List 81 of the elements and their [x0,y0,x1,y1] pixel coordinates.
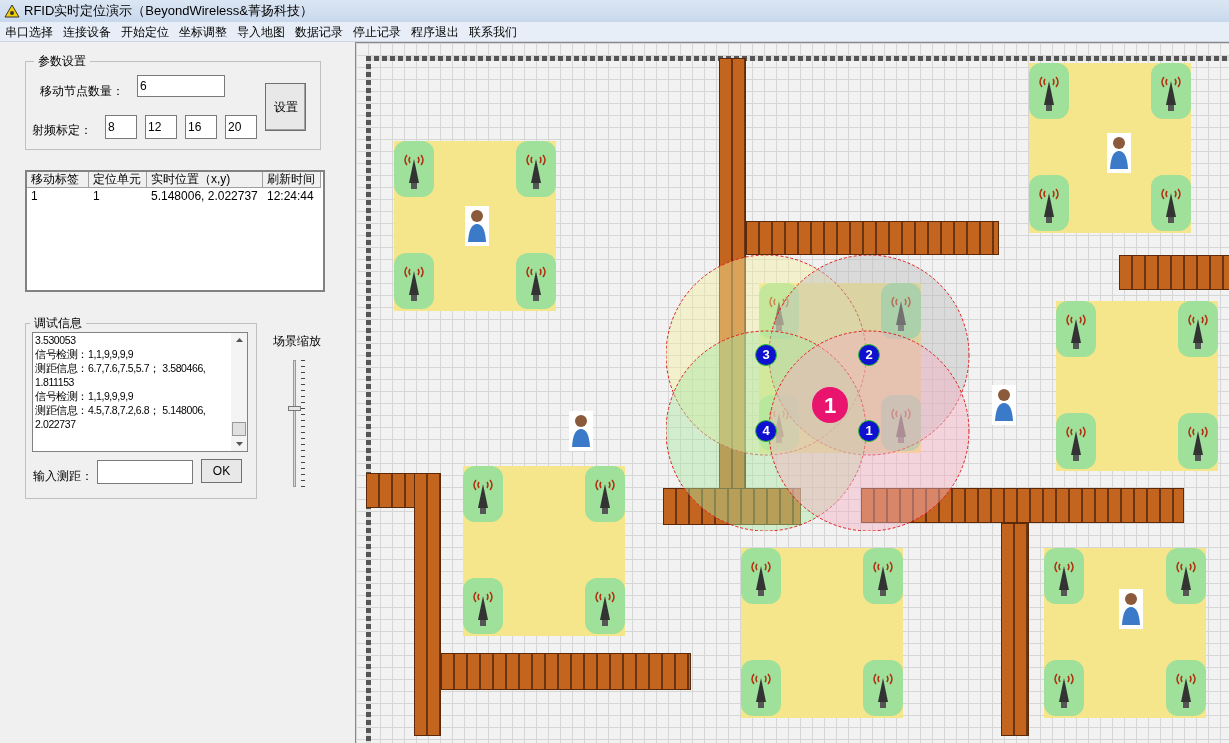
distance-input-field[interactable] [97,460,193,484]
antenna-icon [1029,63,1069,119]
menu-item[interactable]: 数据记录 [290,22,348,41]
antenna-icon [759,283,799,339]
ok-button[interactable]: OK [201,459,242,483]
antenna-icon [1151,63,1191,119]
debug-text-area[interactable]: 3.530053 信号检测：1,1,9,9,9,9 测距信息：6.7,7.6,7.5,5.7； 3.580466, 1.811153 信号检测：1,1,9,9,9,9 测距信息：4.5,7.8,7.2,6.8； 5.148006, 2.022737 [32,332,248,452]
scroll-thumb[interactable] [232,422,246,436]
antenna-icon [516,253,556,309]
table-cell-text: 1 [30,188,39,204]
table-cell-text: 12:24:44 [266,188,315,204]
column-header[interactable]: 实时位置（x,y) [147,172,263,188]
group-title: 参数设置 [37,53,87,70]
antenna-icon [463,466,503,522]
menu-item[interactable]: 程序退出 [406,22,464,41]
window-title: RFID实时定位演示（BeyondWireless&菁扬科技） [24,2,313,21]
menu-item[interactable]: 连接设备 [58,22,116,41]
rf-field[interactable]: 20 [225,115,257,139]
menu-item[interactable]: 开始定位 [116,22,174,41]
person-icon [992,385,1016,425]
antenna-icon [1178,413,1218,469]
antenna-icon [741,660,781,716]
antenna-icon [463,578,503,634]
antenna-icon [1029,175,1069,231]
antenna-icon [1044,660,1084,716]
menu-item[interactable]: 停止记录 [348,22,406,41]
antenna-icon [1178,301,1218,357]
table-cell-text: 5.148006, 2.022737 [150,188,259,204]
antenna-icon [516,141,556,197]
antenna-icon [585,578,625,634]
column-header[interactable]: 刷新时间 [263,172,321,188]
debug-line: 3.530053 [35,333,76,347]
column-header[interactable]: 定位单元 [89,172,147,188]
group-title: 调试信息 [33,315,83,332]
field-label: 射频标定： [32,122,92,139]
antenna-icon [1056,301,1096,357]
antenna-icon [741,548,781,604]
node-count-field[interactable]: 6 [137,75,225,97]
debug-line: 信号检测：1,1,9,9,9,9 [35,389,134,403]
menu-item[interactable]: 串口选择 [0,22,58,41]
scroll-down-icon[interactable] [235,442,243,446]
zoom-label: 场景缩放 [273,333,321,350]
antenna-icon [863,660,903,716]
person-icon [569,411,593,451]
warning-icon [4,4,20,18]
menu-item[interactable]: 联系我们 [464,22,522,41]
anchor-marker: 4 [755,420,777,442]
table-cell-text: 1 [92,188,101,204]
antenna-icon [863,548,903,604]
antenna-icon [881,283,921,339]
debug-line: 测距信息：6.7,7.6,7.5,5.7； 3.580466, [35,361,206,375]
rf-field[interactable]: 16 [185,115,217,139]
person-icon [1107,133,1131,173]
antenna-icon [1166,660,1206,716]
zoom-slider[interactable] [287,360,307,487]
menu-item[interactable]: 坐标调整 [174,22,232,41]
debug-line: 测距信息：4.5,7.8,7.2,6.8； 5.148006, [35,403,206,417]
column-header[interactable]: 移动标签 [27,172,89,188]
menu-item[interactable]: 导入地图 [232,22,290,41]
scrollbar[interactable] [231,333,247,451]
debug-line: 信号检测：1,1,9,9,9,9 [35,347,134,361]
antenna-icon [1151,175,1191,231]
rf-field[interactable]: 12 [145,115,177,139]
scroll-up-icon[interactable] [235,338,243,342]
debug-line: 1.811153 [35,375,75,389]
antenna-icon [394,141,434,197]
antenna-icon [394,253,434,309]
antenna-icon [1056,413,1096,469]
slider-thumb[interactable] [288,406,301,412]
anchor-marker: 3 [755,344,777,366]
antenna-icon [1044,548,1084,604]
field-label: 移动节点数量： [40,83,124,100]
person-icon [465,206,489,246]
rf-field[interactable]: 8 [105,115,137,139]
debug-line: 2.022737 [35,417,76,431]
antenna-icon [1166,548,1206,604]
set-button[interactable]: 设置 [265,83,306,131]
person-icon [1119,589,1143,629]
antenna-icon [585,466,625,522]
field-label: 输入测距： [33,468,93,485]
antenna-icon [881,395,921,451]
